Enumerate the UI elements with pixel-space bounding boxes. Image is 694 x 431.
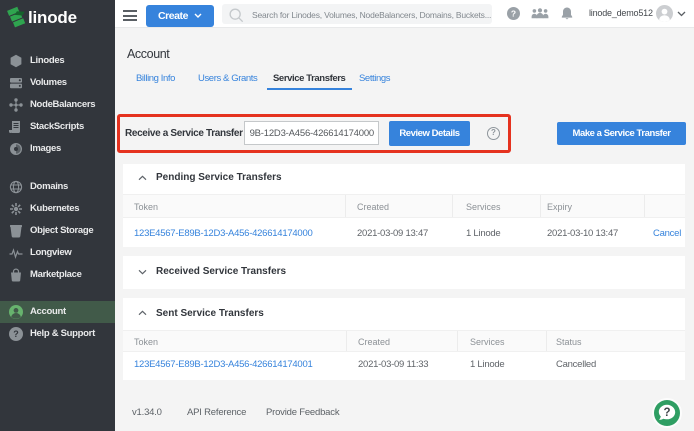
svg-text:?: ? <box>13 329 19 339</box>
svg-text:?: ? <box>663 407 670 419</box>
svg-text:?: ? <box>511 9 516 19</box>
